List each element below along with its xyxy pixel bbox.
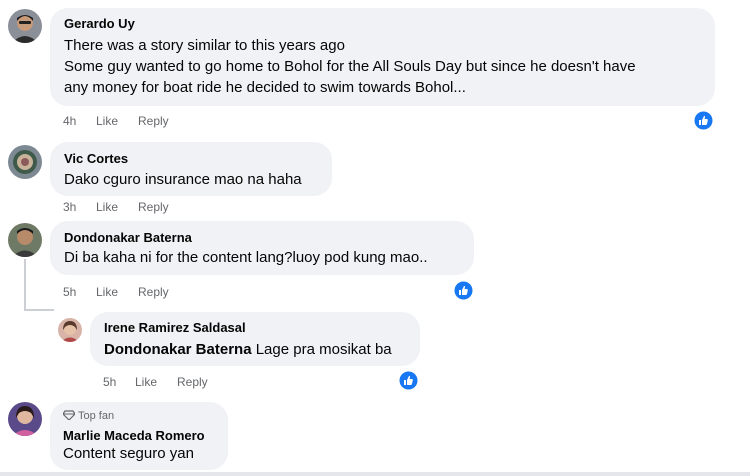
reply-button[interactable]: Reply (138, 285, 169, 299)
page-bottom-divider (0, 472, 750, 476)
thread-line (24, 259, 26, 311)
mention-link[interactable]: Dondonakar Baterna (104, 341, 252, 358)
comment-text: Di ba kaha ni for the content lang?luoy … (64, 249, 428, 266)
comment-text: Some guy wanted to go home to Bohol for … (64, 58, 636, 75)
avatar[interactable] (8, 223, 42, 257)
comment-text: Content seguro yan (63, 445, 194, 462)
comment-author[interactable]: Irene Ramirez Saldasal (104, 320, 246, 335)
comment-timestamp[interactable]: 5h (63, 285, 76, 299)
comment-text: There was a story similar to this years … (64, 37, 345, 54)
avatar[interactable] (8, 9, 42, 43)
like-button[interactable]: Like (96, 200, 118, 214)
comment-text: any money for boat ride he decided to sw… (64, 79, 466, 96)
comment-timestamp[interactable]: 5h (103, 375, 116, 389)
avatar[interactable] (8, 145, 42, 179)
comment-author[interactable]: Gerardo Uy (64, 16, 135, 31)
reply-button[interactable]: Reply (138, 114, 169, 128)
comment-text: Dondonakar Baterna Lage pra mosikat ba (104, 340, 392, 360)
top-fan-badge: Top fan (62, 410, 115, 422)
comment-text-body: Lage pra mosikat ba (255, 341, 392, 358)
like-reaction-icon[interactable] (454, 281, 473, 300)
comment-author[interactable]: Marlie Maceda Romero (63, 428, 205, 443)
reply-button[interactable]: Reply (138, 200, 169, 214)
comment-author[interactable]: Vic Cortes (64, 151, 128, 166)
like-reaction-icon[interactable] (694, 111, 713, 130)
thread-line (24, 309, 54, 311)
reply-button[interactable]: Reply (177, 375, 208, 389)
top-fan-label: Top fan (78, 410, 115, 422)
like-reaction-icon[interactable] (399, 371, 418, 390)
avatar[interactable] (8, 402, 42, 436)
diamond-icon (62, 410, 76, 421)
comment-timestamp[interactable]: 4h (63, 114, 76, 128)
like-button[interactable]: Like (96, 285, 118, 299)
avatar[interactable] (58, 318, 82, 342)
comment-author[interactable]: Dondonakar Baterna (64, 230, 192, 245)
comment-timestamp[interactable]: 3h (63, 200, 76, 214)
like-button[interactable]: Like (135, 375, 157, 389)
comment-text: Dako cguro insurance mao na haha (64, 171, 302, 188)
like-button[interactable]: Like (96, 114, 118, 128)
